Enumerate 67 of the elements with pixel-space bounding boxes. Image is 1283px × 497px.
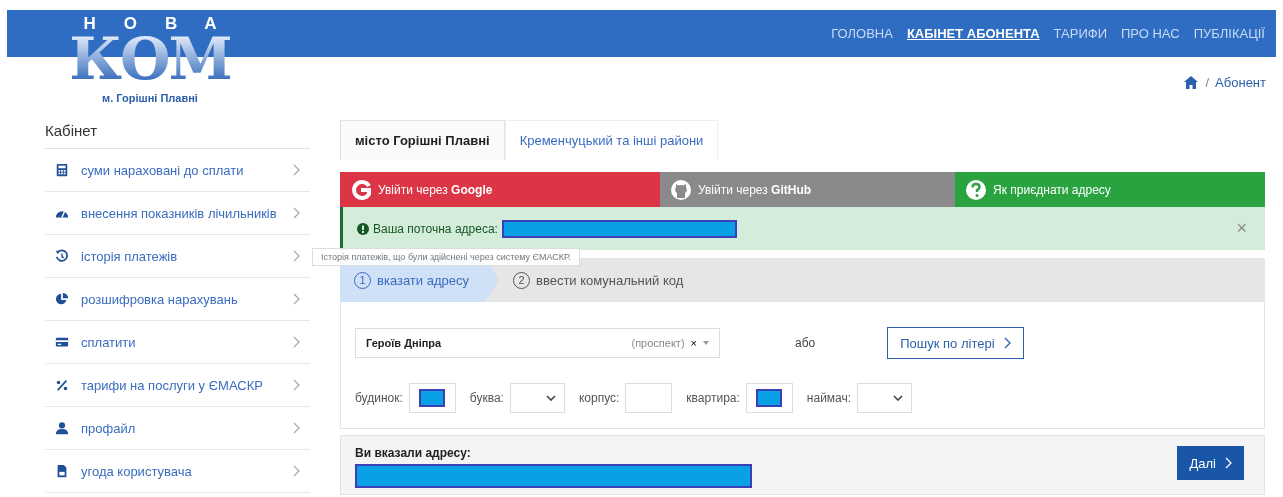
sidebar-item[interactable]: профайл [45,407,310,450]
or-label: або [795,336,816,350]
input-field[interactable] [625,383,673,413]
chevron-icon [1224,457,1232,469]
pie-chart-icon [55,292,69,306]
redaction-bar [756,389,783,407]
credit-card-icon [55,335,69,349]
alert-label: Ваша поточна адреса: [373,221,498,236]
next-button[interactable]: Далі [1177,446,1244,480]
sidebar-item[interactable]: розшифровка нарахувань [45,278,310,321]
street-select[interactable]: Героїв Дніпра (проспект) × [355,328,720,358]
breadcrumb-link[interactable]: Абонент [1215,75,1266,90]
input-field[interactable] [408,383,456,413]
sidebar-item[interactable]: тарифи на послуги у ЄМАСКР [45,364,310,407]
dropdown-field[interactable] [857,383,913,413]
percent-icon [55,378,69,392]
tooltip: Історія платежів, що були здійснені через систему ЄМАСКР. [312,248,580,266]
google-login-button[interactable]: Увійти через Google [340,172,660,207]
chevron-icon [292,465,300,477]
chevron-icon [292,293,300,305]
close-button[interactable]: × [1236,218,1247,239]
cat-logo-icon [670,178,692,201]
chevron-icon [1002,337,1011,349]
sidebar-item[interactable]: сплатити [45,321,310,364]
history-icon [55,249,69,263]
caret-icon [545,395,556,401]
caret-icon [893,395,904,401]
nav-link[interactable]: ПУБЛІКАЦІЇ [1193,26,1265,41]
caret-icon [703,341,709,345]
github-login-button[interactable]: Увійти через GitHub [660,172,955,207]
logo-city: м. Горішні Плавні [102,92,198,104]
field-label: будинок: [355,391,403,405]
question-icon [965,178,987,201]
sidebar-title: Кабінет [45,120,310,149]
exclamation-icon [357,222,369,235]
redaction-bar [419,389,446,407]
field-label: корпус: [578,391,620,405]
letter-search-button[interactable]: Пошук по літері [887,327,1024,359]
document-icon [55,464,69,478]
g-letter-icon [350,178,372,201]
dropdown-field[interactable] [509,383,565,413]
field-label: наймач: [806,391,852,405]
nav-link[interactable]: КАБІНЕТ АБОНЕНТА [906,26,1040,41]
tab[interactable]: Кременчуцький та інші райони [504,120,719,160]
sidebar-item[interactable]: суми нараховані до сплати [45,149,310,192]
user-icon [55,421,69,435]
chevron-icon [292,164,300,176]
calculator-icon [55,163,69,177]
field-label: квартира: [686,391,740,405]
help-link-button[interactable]: Як приєднати адресу [955,172,1265,207]
input-field[interactable] [745,383,793,413]
chevron-icon [292,422,300,434]
nav-link[interactable]: ПРО НАС [1121,26,1180,41]
chevron-icon [292,250,300,262]
sidebar-item[interactable]: угода користувача [45,450,310,493]
sidebar-item[interactable]: історія платежів [45,235,310,278]
breadcrumb-separator: / [1205,75,1210,90]
chevron-icon [292,379,300,391]
chevron-icon [292,336,300,348]
field-label: буква: [469,391,504,405]
sidebar-item[interactable]: внесення показників лічильників [45,192,310,235]
summary-label: Ви вказали адресу: [355,446,472,460]
chevron-icon [292,207,300,219]
nav-link[interactable]: ТАРИФИ [1053,26,1107,41]
home-icon [1183,75,1200,90]
nav-link[interactable]: ГОЛОВНА [831,26,893,41]
tab[interactable]: місто Горішні Плавні [340,120,505,160]
